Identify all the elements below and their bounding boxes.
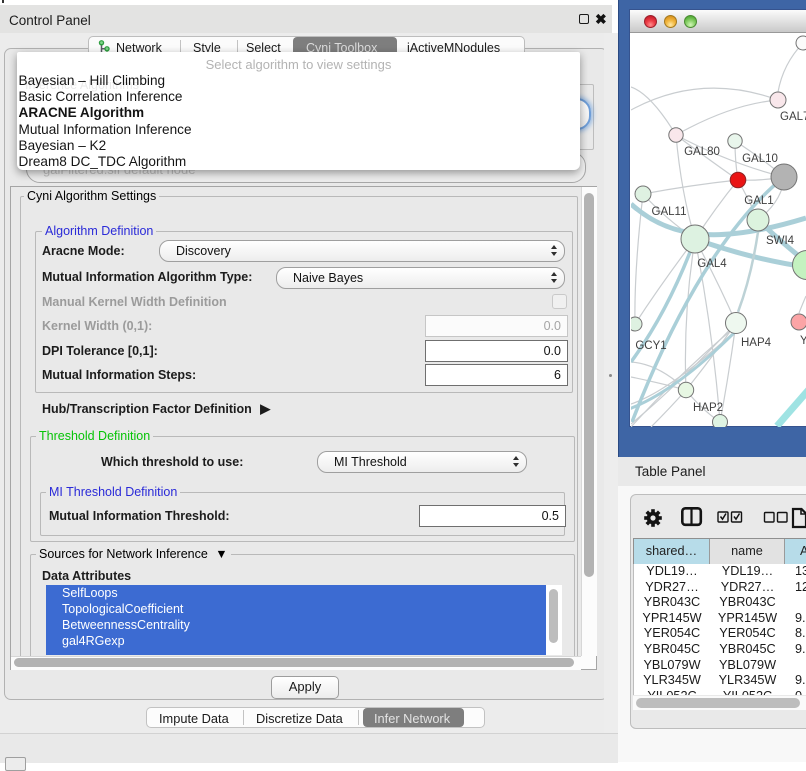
svg-text:HAP2: HAP2 [693, 402, 723, 414]
svg-text:GAL4: GAL4 [697, 258, 727, 270]
svg-text:GAL1: GAL1 [744, 195, 773, 207]
svg-text:SWI4: SWI4 [766, 235, 795, 247]
svg-text:GAL10: GAL10 [742, 153, 778, 165]
svg-text:GAL7: GAL7 [780, 111, 806, 123]
svg-text:GCY1: GCY1 [635, 340, 666, 352]
svg-text:GAL11: GAL11 [652, 206, 687, 218]
svg-text:HAP4: HAP4 [741, 337, 772, 349]
svg-text:GAL80: GAL80 [684, 146, 720, 158]
svg-text:YEL: YEL [800, 335, 806, 347]
